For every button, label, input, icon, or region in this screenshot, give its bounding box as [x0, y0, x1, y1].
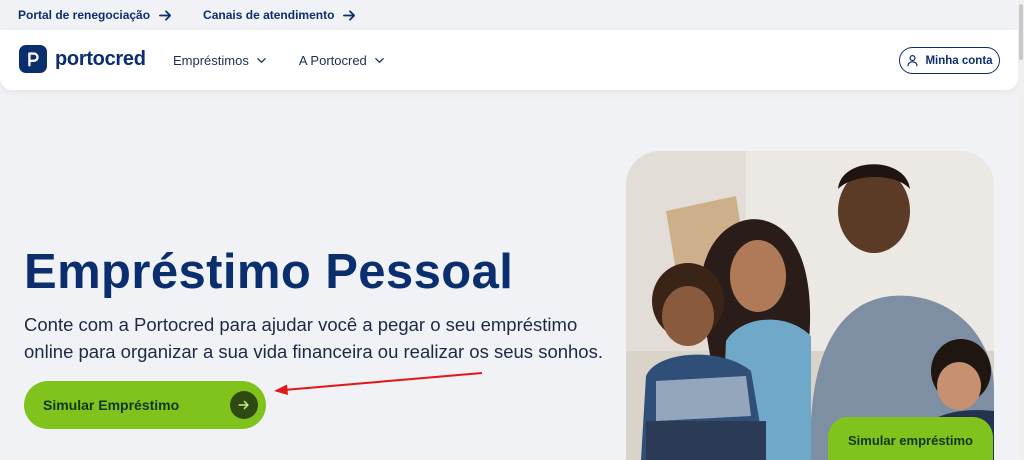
simulate-loan-button[interactable]: Simular Empréstimo: [24, 381, 266, 429]
nav-item-a-portocred[interactable]: A Portocred: [299, 53, 385, 68]
utility-bar: Portal de renegociação Canais de atendim…: [0, 0, 1010, 30]
brand-logo[interactable]: portocred: [19, 45, 146, 73]
user-icon: [907, 55, 919, 67]
my-account-label: Minha conta: [925, 54, 993, 67]
renegotiation-portal-label: Portal de renegociação: [18, 8, 151, 22]
logo-icon: [19, 45, 47, 73]
hero-subtitle: Conte com a Portocred para ajudar você a…: [24, 314, 603, 362]
nav-item-label: A Portocred: [298, 52, 367, 68]
hero-title: Empréstimo Pessoal: [24, 245, 514, 299]
photo-simulate-loan-label: Simular empréstimo: [848, 432, 973, 448]
chevron-down-icon: [374, 57, 384, 63]
service-channels-label: Canais de atendimento: [203, 8, 335, 22]
service-channels-link[interactable]: Canais de atendimento: [203, 8, 357, 23]
arrow-right-icon: [159, 9, 172, 21]
page-scrollbar[interactable]: [1018, 0, 1024, 460]
arrow-right-icon: [343, 9, 356, 21]
main-nav: Empréstimos A Portocred: [173, 30, 385, 90]
nav-item-emprestimos[interactable]: Empréstimos: [173, 53, 267, 68]
arrow-right-icon: [230, 391, 258, 419]
my-account-button[interactable]: Minha conta: [899, 47, 1000, 74]
photo-simulate-loan-button[interactable]: Simular empréstimo: [828, 417, 993, 460]
brand-name: portocred: [55, 47, 146, 70]
annotation-arrow: [274, 372, 483, 395]
main-header: portocred Empréstimos A Portocred Minha …: [0, 30, 1018, 90]
chevron-down-icon: [257, 57, 266, 63]
renegotiation-portal-link[interactable]: Portal de renegociação: [18, 8, 173, 23]
simulate-loan-label: Simular Empréstimo: [43, 397, 180, 413]
hero-family-photo: [626, 151, 994, 460]
nav-item-label: Empréstimos: [173, 52, 249, 68]
scrollbar-thumb[interactable]: [1019, 4, 1023, 60]
